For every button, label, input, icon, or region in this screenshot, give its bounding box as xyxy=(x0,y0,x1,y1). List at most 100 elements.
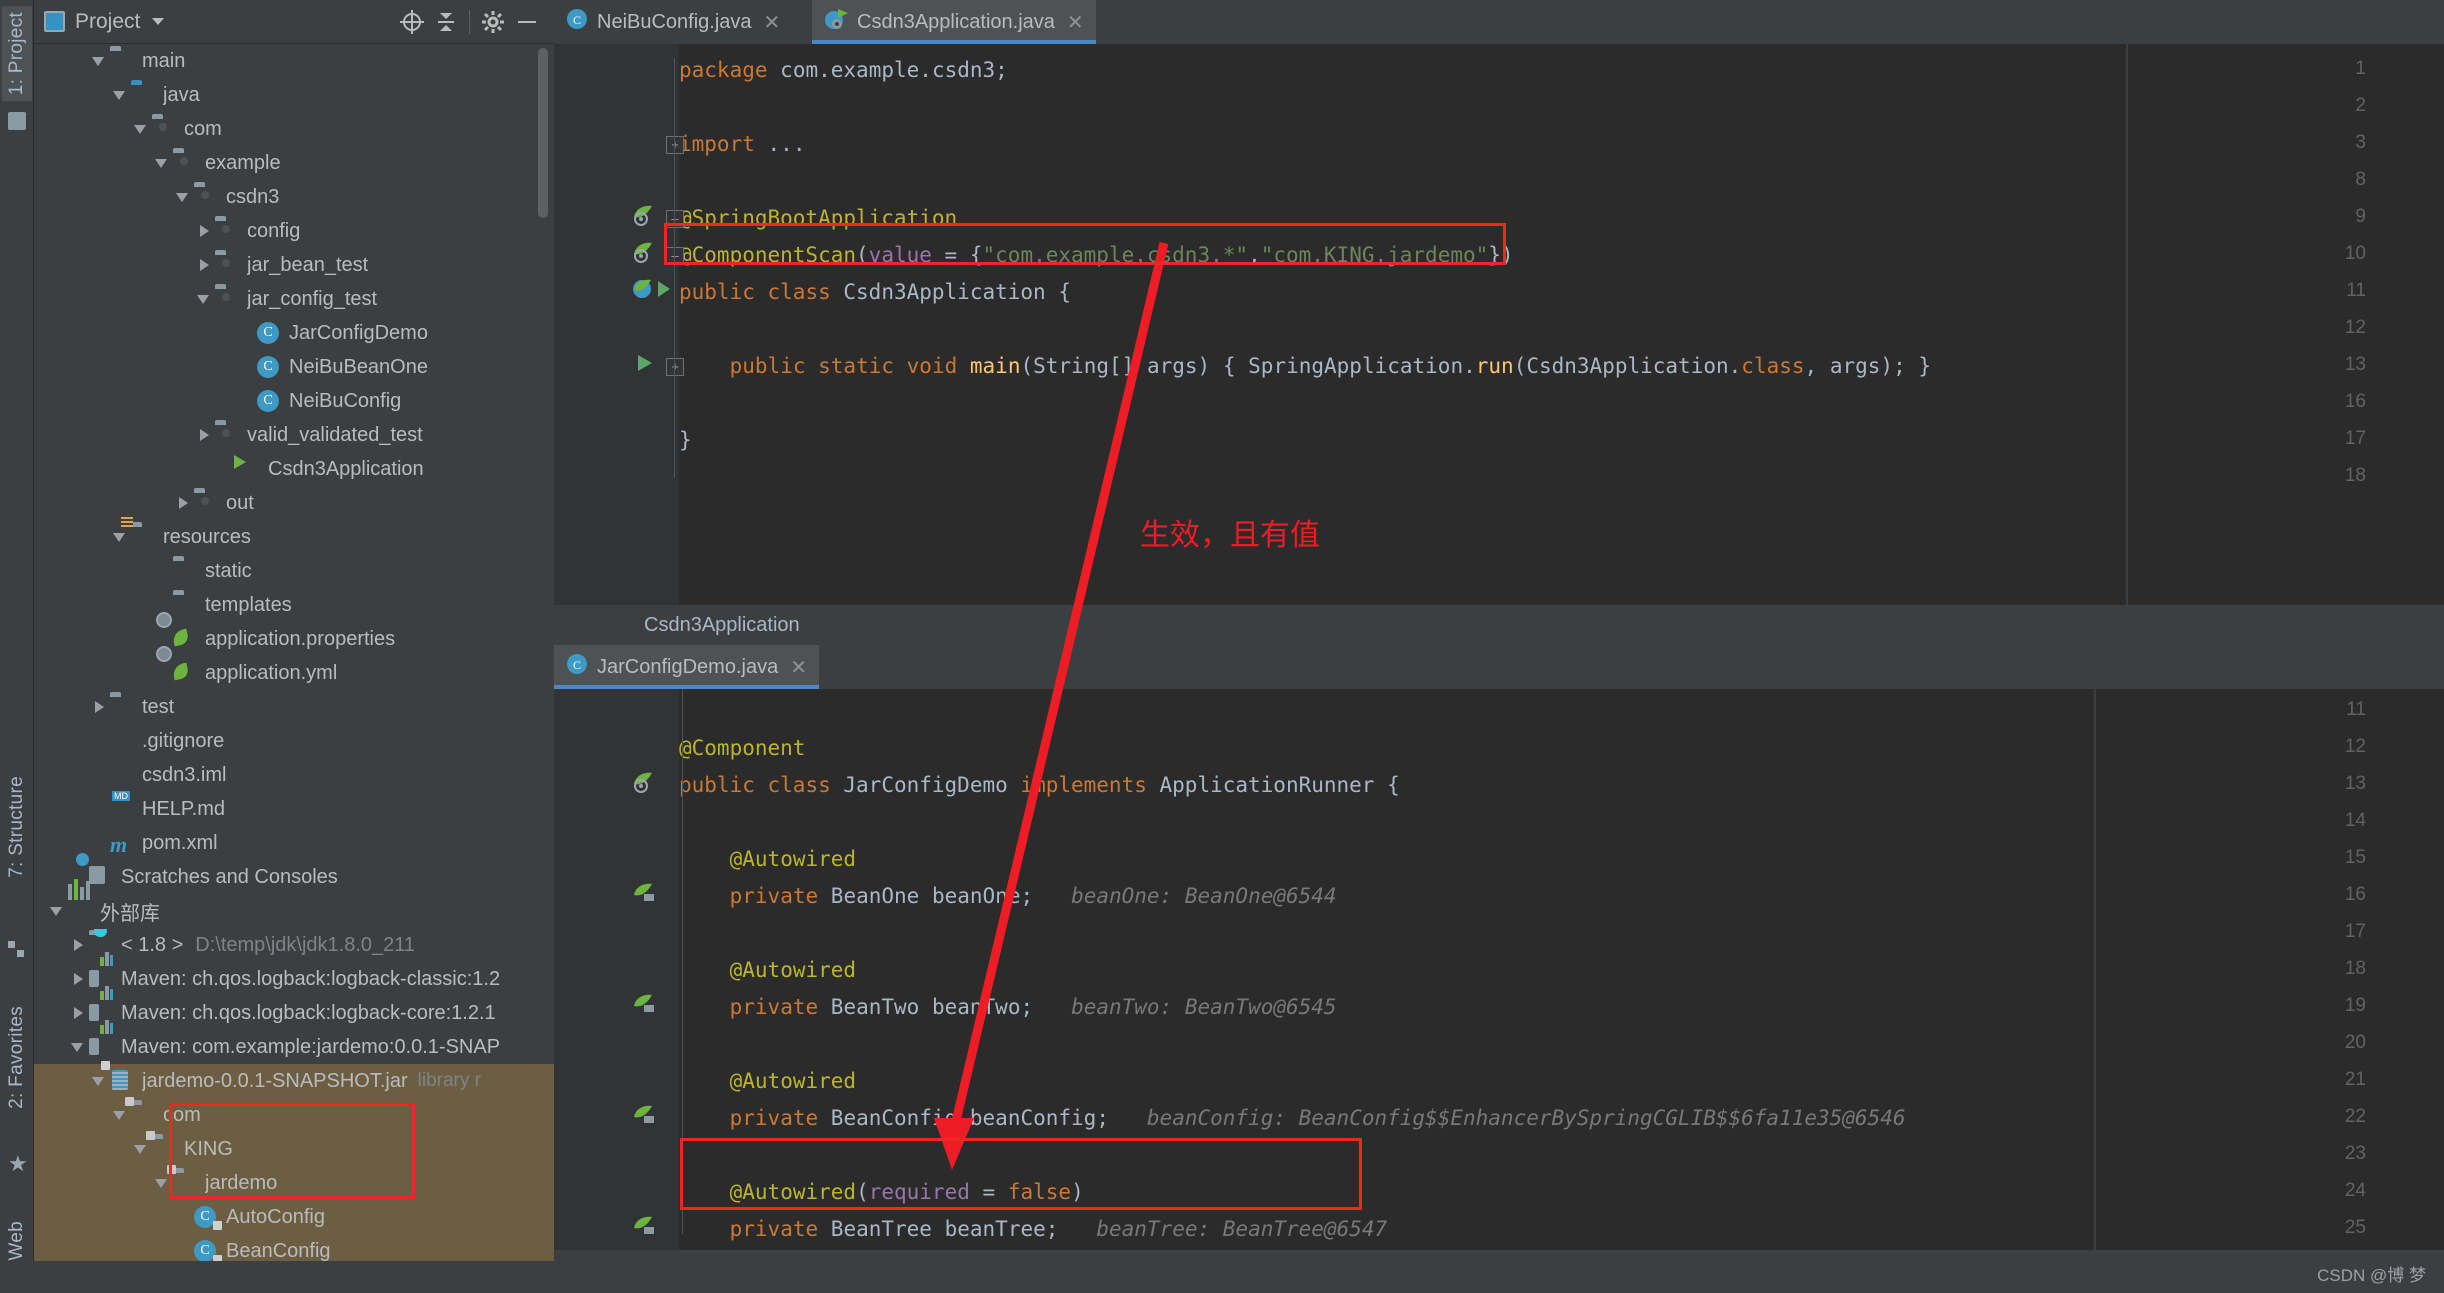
tree-item[interactable]: Csdn3Application xyxy=(34,452,554,486)
tree-item[interactable]: test xyxy=(34,690,554,724)
tree-item[interactable]: jar_bean_test xyxy=(34,248,554,282)
tree-item[interactable]: config xyxy=(34,214,554,248)
tree-toggle-closed-icon[interactable] xyxy=(193,424,215,446)
tab-jarconfigdemo[interactable]: C JarConfigDemo.java ✕ xyxy=(554,645,819,689)
tree-toggle-open-icon[interactable] xyxy=(46,900,68,922)
code-line[interactable]: @ComponentScan(value = {"com.example.csd… xyxy=(679,243,1514,267)
close-icon[interactable]: ✕ xyxy=(1067,10,1084,35)
code-line[interactable]: @Autowired xyxy=(679,847,856,871)
tree-toggle-closed-icon[interactable] xyxy=(172,492,194,514)
gutter-autowired-icon[interactable] xyxy=(632,992,672,1018)
collapse-all-icon[interactable] xyxy=(429,5,463,39)
tree-item[interactable]: com xyxy=(34,112,554,146)
code-fold-toggle[interactable]: – xyxy=(666,247,684,265)
tree-item[interactable]: KING xyxy=(34,1131,554,1166)
tree-toggle-closed-icon[interactable] xyxy=(67,1002,89,1024)
tree-item[interactable]: 外部库 xyxy=(34,879,554,928)
tree-toggle-open-icon[interactable] xyxy=(193,288,215,310)
tool-tab-project[interactable]: 1: Project xyxy=(2,6,32,102)
tree-toggle-open-icon[interactable] xyxy=(130,118,152,140)
code-line[interactable]: private BeanOne beanOne; beanOne: BeanOn… xyxy=(679,884,1337,908)
tree-item[interactable]: Scratches and Consoles xyxy=(34,860,554,894)
tree-item[interactable]: csdn3.iml xyxy=(34,758,554,792)
code-line[interactable]: @SpringBootApplication xyxy=(679,206,957,230)
tree-toggle-closed-icon[interactable] xyxy=(88,696,110,718)
tree-item[interactable]: csdn3 xyxy=(34,180,554,214)
tree-item[interactable]: Maven: com.example:jardemo:0.0.1-SNAP xyxy=(34,1020,554,1064)
tree-toggle-open-icon[interactable] xyxy=(151,152,173,174)
code-line[interactable]: @Autowired xyxy=(679,958,856,982)
code-line[interactable]: private BeanTwo beanTwo; beanTwo: BeanTw… xyxy=(679,995,1337,1019)
code-line[interactable]: public class JarConfigDemo implements Ap… xyxy=(679,773,1400,797)
tool-tab-favorites[interactable]: 2: Favorites xyxy=(2,1000,32,1115)
tree-toggle-open-icon[interactable] xyxy=(109,526,131,548)
code-line[interactable]: public static void main(String[] args) {… xyxy=(679,354,1931,378)
code-fold-toggle[interactable]: – xyxy=(666,210,684,228)
tree-item[interactable]: static xyxy=(34,554,554,588)
tree-item[interactable]: main xyxy=(34,44,554,78)
tree-toggle-open-icon[interactable] xyxy=(88,50,110,72)
tree-toggle-closed-icon[interactable] xyxy=(67,968,89,990)
tree-item[interactable]: resources xyxy=(34,517,554,554)
tree-toggle-closed-icon[interactable] xyxy=(67,934,89,956)
gutter-top[interactable] xyxy=(554,44,679,605)
tree-toggle-closed-icon[interactable] xyxy=(193,220,215,242)
close-icon[interactable]: ✕ xyxy=(764,10,781,35)
code-line[interactable]: @Component xyxy=(679,736,805,760)
tab-csdn3application[interactable]: Csdn3Application.java ✕ xyxy=(812,0,1096,44)
tree-item[interactable]: templates xyxy=(34,588,554,622)
gutter-autowired-icon[interactable] xyxy=(632,881,672,907)
code-fold-toggle[interactable]: + xyxy=(666,358,684,376)
tree-item[interactable]: jardemo xyxy=(34,1165,554,1200)
code-line[interactable]: package com.example.csdn3; xyxy=(679,58,1008,82)
tree-toggle-open-icon[interactable] xyxy=(109,84,131,106)
locate-icon[interactable] xyxy=(395,5,429,39)
tree-item[interactable]: jardemo-0.0.1-SNAPSHOT.jar library r xyxy=(34,1061,554,1098)
tree-item[interactable]: com xyxy=(34,1097,554,1132)
tree-item[interactable]: application.properties xyxy=(34,622,554,656)
tab-neibuconfig[interactable]: C NeiBuConfig.java ✕ xyxy=(554,0,792,44)
tree-item[interactable]: MD HELP.md xyxy=(34,791,554,826)
tree-toggle-open-icon[interactable] xyxy=(109,1104,131,1126)
tree-item[interactable]: jar_config_test xyxy=(34,282,554,316)
tree-toggle-open-icon[interactable] xyxy=(151,1172,173,1194)
tree-toggle-open-icon[interactable] xyxy=(88,1070,110,1092)
tree-toggle-open-icon[interactable] xyxy=(172,186,194,208)
gutter-autowired-icon[interactable] xyxy=(632,1103,672,1129)
gear-icon[interactable] xyxy=(476,5,510,39)
code-editor-top[interactable]: 1 package com.example.csdn3; 2 3 import ... 8… xyxy=(554,44,2444,605)
tree-item[interactable]: example xyxy=(34,146,554,180)
project-tree-scrollbar[interactable] xyxy=(538,48,548,218)
tree-item[interactable]: C AutoConfig xyxy=(34,1200,554,1234)
code-line[interactable]: } xyxy=(679,428,692,452)
tree-item[interactable]: C JarConfigDemo xyxy=(34,316,554,350)
tree-toggle-open-icon[interactable] xyxy=(130,1138,152,1160)
gutter-spring-bean-icon[interactable] xyxy=(632,770,672,796)
minimize-icon[interactable] xyxy=(510,5,544,39)
gutter-autowired-icon[interactable] xyxy=(632,1214,672,1240)
code-line[interactable]: import ... xyxy=(679,132,805,156)
chevron-down-icon[interactable] xyxy=(152,18,165,25)
code-line[interactable]: private BeanConfig beanConfig; beanConfi… xyxy=(679,1106,1906,1130)
tree-item[interactable]: valid_validated_test xyxy=(34,418,554,452)
tree-item[interactable]: m pom.xml xyxy=(34,826,554,860)
tree-item[interactable]: C NeiBuBeanOne xyxy=(34,350,554,384)
code-fold-toggle[interactable]: + xyxy=(666,136,684,154)
gutter-run-application-icon[interactable] xyxy=(632,277,672,303)
tree-item[interactable]: java xyxy=(34,78,554,112)
code-line[interactable]: @Autowired(required = false) xyxy=(679,1180,1084,1204)
tree-item[interactable]: out xyxy=(34,486,554,520)
tree-toggle-open-icon[interactable] xyxy=(67,1036,89,1058)
tree-toggle-closed-icon[interactable] xyxy=(193,254,215,276)
project-tree[interactable]: main java com example csdn3 config jar_bean_te… xyxy=(34,44,554,1293)
tree-item[interactable]: application.yml xyxy=(34,656,554,690)
code-line[interactable]: @Autowired xyxy=(679,1069,856,1093)
tool-tab-web[interactable]: Web xyxy=(2,1215,32,1267)
code-line[interactable]: public class Csdn3Application { xyxy=(679,280,1071,304)
code-line[interactable]: private BeanTree beanTree; beanTree: Bea… xyxy=(679,1217,1388,1241)
tree-item[interactable]: C NeiBuConfig xyxy=(34,384,554,418)
tool-tab-structure[interactable]: 7: Structure xyxy=(2,770,32,884)
tree-item[interactable]: .gitignore xyxy=(34,724,554,758)
close-icon[interactable]: ✕ xyxy=(790,655,807,680)
code-editor-bottom[interactable]: 11 12 @Component 13 public class JarConfigDe… xyxy=(554,689,2444,1250)
